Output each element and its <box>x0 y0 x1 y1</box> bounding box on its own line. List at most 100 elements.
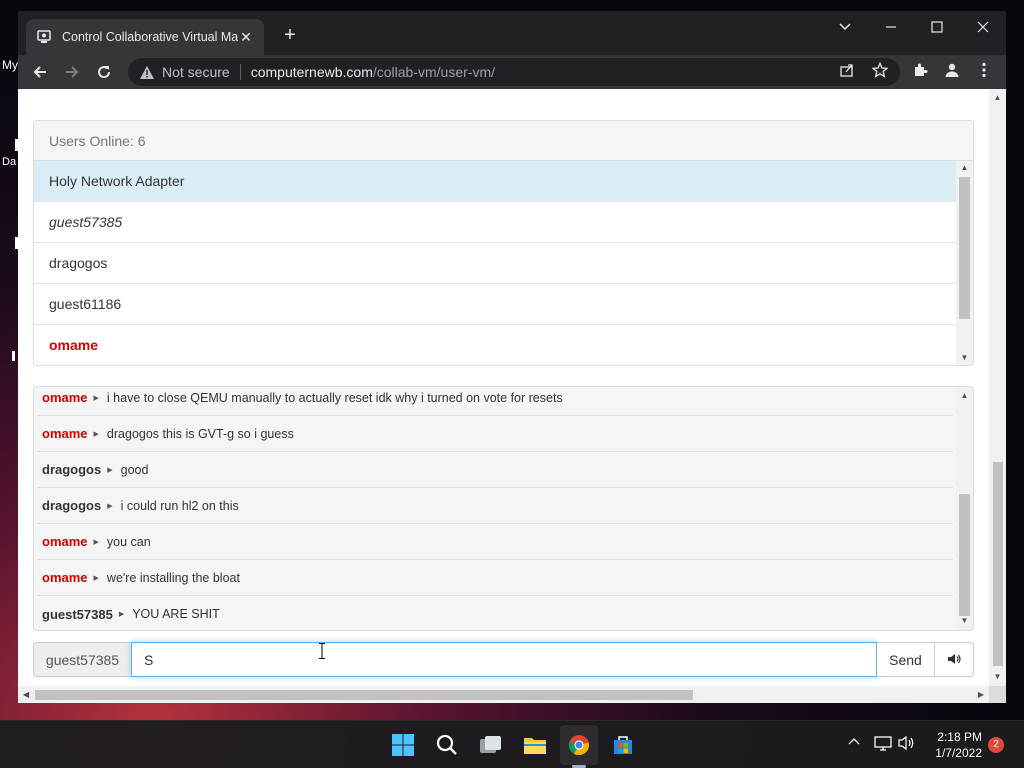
close-window-button[interactable] <box>968 16 998 42</box>
chat-username: omame <box>42 534 88 549</box>
user-list-item[interactable]: guest61186 <box>34 284 956 325</box>
network-icon[interactable] <box>874 735 892 754</box>
new-tab-button[interactable]: + <box>278 24 302 48</box>
page-viewport: Users Online: 6 Holy Network Adapter gue… <box>18 89 1006 703</box>
chat-text: good <box>120 462 149 477</box>
chat-separator-icon: ▶ <box>93 574 99 582</box>
chat-scrollbar[interactable]: ▲ ▼ <box>956 387 973 630</box>
user-name: guest57385 <box>49 214 123 230</box>
system-clock[interactable]: 2:18 PM 1/7/2022 <box>926 729 982 761</box>
scroll-down-arrow-icon[interactable]: ▼ <box>989 670 1006 684</box>
clock-date: 1/7/2022 <box>935 746 982 760</box>
users-online-heading: Users Online: 6 <box>34 121 973 161</box>
tab-search-chevron-icon[interactable] <box>830 16 860 42</box>
text-cursor-icon <box>319 643 325 659</box>
tab-strip: Control Collaborative Virtual Machine ✕ … <box>18 11 1006 55</box>
start-windows-icon[interactable] <box>389 731 417 759</box>
chat-username: guest57385 <box>42 606 113 622</box>
chat-message: omame ▶ i have to close QEMU manually to… <box>37 387 953 416</box>
user-list: Holy Network Adapter guest57385 dragogos… <box>34 161 956 365</box>
scroll-left-arrow-icon[interactable]: ◀ <box>19 686 33 703</box>
chat-username: omame <box>42 426 88 441</box>
maximize-button[interactable] <box>922 16 952 42</box>
collabvm-favicon-icon <box>36 29 52 45</box>
chat-message: omame ▶ you can <box>37 524 953 560</box>
scrollbar-thumb[interactable] <box>959 177 970 319</box>
chat-text: YOU ARE SHIT <box>132 607 220 621</box>
user-list-item[interactable]: dragogos <box>34 243 956 284</box>
scroll-down-arrow-icon[interactable]: ▼ <box>956 351 973 365</box>
chat-username: omame <box>42 390 88 405</box>
scroll-up-arrow-icon[interactable]: ▲ <box>956 161 973 175</box>
user-list-item[interactable]: Holy Network Adapter <box>34 161 956 202</box>
page-vertical-scrollbar[interactable]: ▲ ▼ <box>989 89 1006 686</box>
chat-username: omame <box>42 570 88 585</box>
back-button[interactable] <box>28 60 52 84</box>
url-domain: computernewb.com <box>250 64 373 80</box>
scroll-down-arrow-icon[interactable]: ▼ <box>956 614 973 628</box>
user-name: guest61186 <box>49 296 122 312</box>
chat-panel: omame ▶ i have to close QEMU manually to… <box>33 386 974 631</box>
share-icon[interactable] <box>838 61 856 79</box>
chat-text: dragogos this is GVT-g so i guess <box>106 426 294 441</box>
browser-tab[interactable]: Control Collaborative Virtual Machine ✕ <box>26 19 264 55</box>
chat-text: i have to close QEMU manually to actuall… <box>106 390 563 405</box>
chat-message: dragogos ▶ good <box>37 452 953 488</box>
user-name: Holy Network Adapter <box>49 173 185 189</box>
scrollbar-thumb[interactable] <box>993 462 1003 666</box>
notification-badge[interactable]: 2 <box>988 737 1004 753</box>
chat-separator-icon: ▶ <box>107 502 113 510</box>
scrollbar-thumb[interactable] <box>35 690 693 700</box>
extensions-icon[interactable] <box>911 61 929 79</box>
search-icon[interactable] <box>433 731 461 759</box>
user-list-scrollbar[interactable]: ▲ ▼ <box>956 161 973 365</box>
user-list-item[interactable]: guest57385 <box>34 202 956 243</box>
address-bar[interactable]: Not secure computernewb.com /collab-vm/u… <box>128 58 900 86</box>
task-view-icon[interactable] <box>477 731 505 759</box>
volume-button[interactable] <box>935 642 974 677</box>
chat-text: we're installing the bloat <box>106 570 240 585</box>
scroll-up-arrow-icon[interactable]: ▲ <box>956 389 973 403</box>
tab-title: Control Collaborative Virtual Machine <box>62 30 238 44</box>
taskbar: 2:18 PM 1/7/2022 2 <box>0 720 1024 768</box>
chat-input[interactable] <box>131 642 877 677</box>
chat-username: dragogos <box>42 498 102 513</box>
file-explorer-icon[interactable] <box>521 731 549 759</box>
tab-close-icon[interactable]: ✕ <box>238 29 254 46</box>
page-horizontal-scrollbar[interactable]: ◀ ▶ <box>18 686 989 703</box>
chat-text: i could run hl2 on this <box>120 498 239 513</box>
chat-input-group: guest57385 Send <box>33 642 974 677</box>
user-list-item[interactable]: omame <box>34 325 956 365</box>
desktop-icon-label: Da <box>2 156 17 168</box>
security-label: Not secure <box>162 64 230 80</box>
speaker-icon[interactable] <box>898 735 916 754</box>
url-path: /collab-vm/user-vm/ <box>372 64 496 80</box>
warning-icon[interactable] <box>140 65 154 79</box>
send-button[interactable]: Send <box>877 642 935 677</box>
scrollbar-thumb[interactable] <box>959 494 970 616</box>
chrome-icon[interactable] <box>565 731 593 759</box>
chat-message: omame ▶ dragogos this is GVT-g so i gues… <box>37 416 953 452</box>
user-name: omame <box>49 337 99 353</box>
chat-username-addon: guest57385 <box>33 642 131 677</box>
desktop-icon <box>12 351 15 361</box>
forward-button[interactable] <box>60 60 84 84</box>
chat-message-list: omame ▶ i have to close QEMU manually to… <box>34 387 956 630</box>
show-hidden-icons-chevron-icon[interactable] <box>848 735 860 751</box>
scroll-right-arrow-icon[interactable]: ▶ <box>974 686 988 703</box>
bookmark-star-icon[interactable] <box>871 61 889 79</box>
users-online-panel: Users Online: 6 Holy Network Adapter gue… <box>33 120 974 366</box>
microsoft-store-icon[interactable] <box>609 731 637 759</box>
chat-message: guest57385 ▶ YOU ARE SHIT <box>37 596 953 630</box>
kebab-menu-icon[interactable] <box>975 61 993 79</box>
scroll-up-arrow-icon[interactable]: ▲ <box>989 91 1006 105</box>
chat-text: you can <box>106 534 151 549</box>
minimize-button[interactable] <box>876 16 906 42</box>
profile-icon[interactable] <box>943 61 961 79</box>
chat-separator-icon: ▶ <box>93 394 99 402</box>
chat-message: omame ▶ we're installing the bloat <box>37 560 953 596</box>
user-name: dragogos <box>49 255 108 271</box>
scrollbar-corner <box>989 686 1006 703</box>
chat-separator-icon: ▶ <box>93 538 99 546</box>
reload-button[interactable] <box>92 60 116 84</box>
